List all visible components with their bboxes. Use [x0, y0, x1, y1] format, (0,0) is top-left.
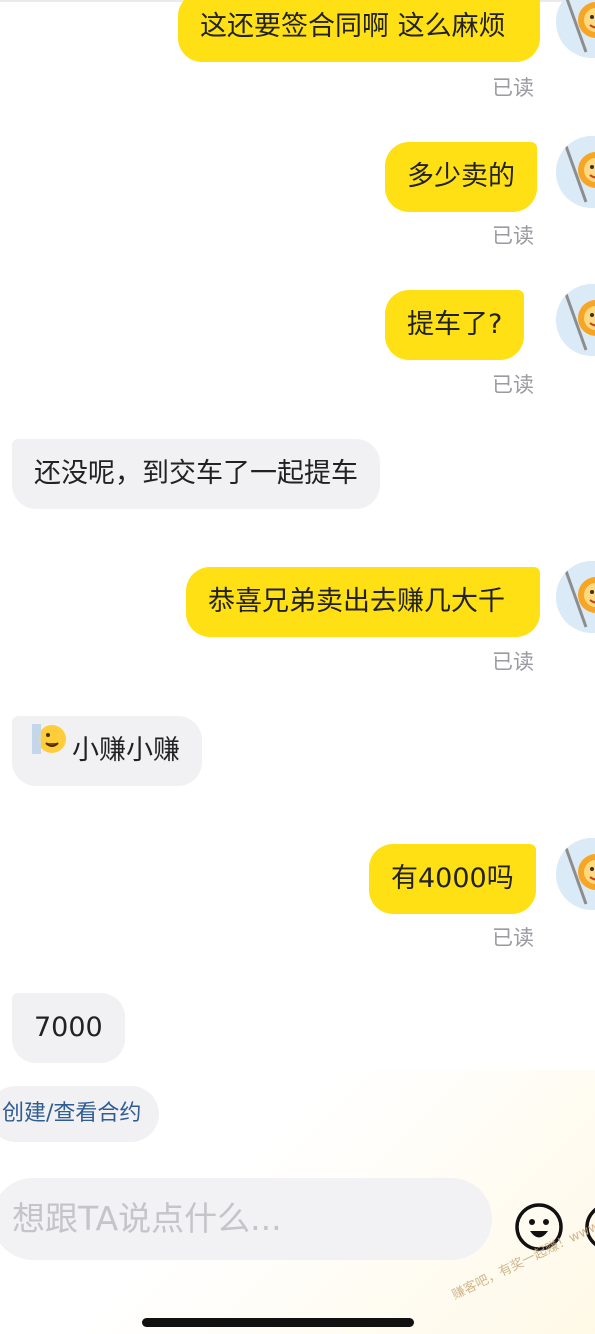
- home-indicator[interactable]: [142, 1318, 414, 1327]
- my-avatar[interactable]: [556, 561, 595, 633]
- read-receipt: 已读: [492, 224, 534, 248]
- their-message-bubble[interactable]: 小赚小赚: [12, 716, 202, 786]
- my-avatar[interactable]: [556, 0, 595, 58]
- grinning-peek-emoji-icon: [32, 714, 68, 784]
- read-receipt: 已读: [492, 650, 534, 674]
- cartoon-sun-avatar-icon: [556, 284, 595, 356]
- their-message-bubble[interactable]: 7000: [12, 993, 125, 1063]
- chat-screen: 这还要签合同啊 这么麻烦 已读 多少卖的 已读 提车了? 已读 还没呢，到交车了…: [0, 0, 595, 1334]
- my-message-bubble[interactable]: 恭喜兄弟卖出去赚几大千: [186, 567, 540, 637]
- cartoon-sun-avatar-icon: [556, 838, 595, 910]
- message-text: 小赚小赚: [72, 735, 180, 766]
- my-message-bubble[interactable]: 有4000吗: [369, 844, 536, 914]
- cartoon-sun-avatar-icon: [556, 136, 595, 208]
- my-message-bubble[interactable]: 提车了?: [385, 290, 525, 360]
- message-input[interactable]: 想跟TA说点什么...: [0, 1178, 492, 1260]
- my-message-bubble[interactable]: 多少卖的: [385, 142, 537, 212]
- my-avatar[interactable]: [556, 838, 595, 910]
- my-avatar[interactable]: [556, 136, 595, 208]
- contract-chip-button[interactable]: 创建/查看合约: [0, 1086, 160, 1142]
- read-receipt: 已读: [492, 373, 534, 397]
- my-message-bubble[interactable]: 这还要签合同啊 这么麻烦: [178, 0, 540, 62]
- my-avatar[interactable]: [556, 284, 595, 356]
- cartoon-sun-avatar-icon: [556, 0, 595, 58]
- read-receipt: 已读: [492, 926, 534, 950]
- their-message-bubble[interactable]: 还没呢，到交车了一起提车: [12, 439, 380, 509]
- read-receipt: 已读: [492, 76, 534, 100]
- cartoon-sun-avatar-icon: [556, 561, 595, 633]
